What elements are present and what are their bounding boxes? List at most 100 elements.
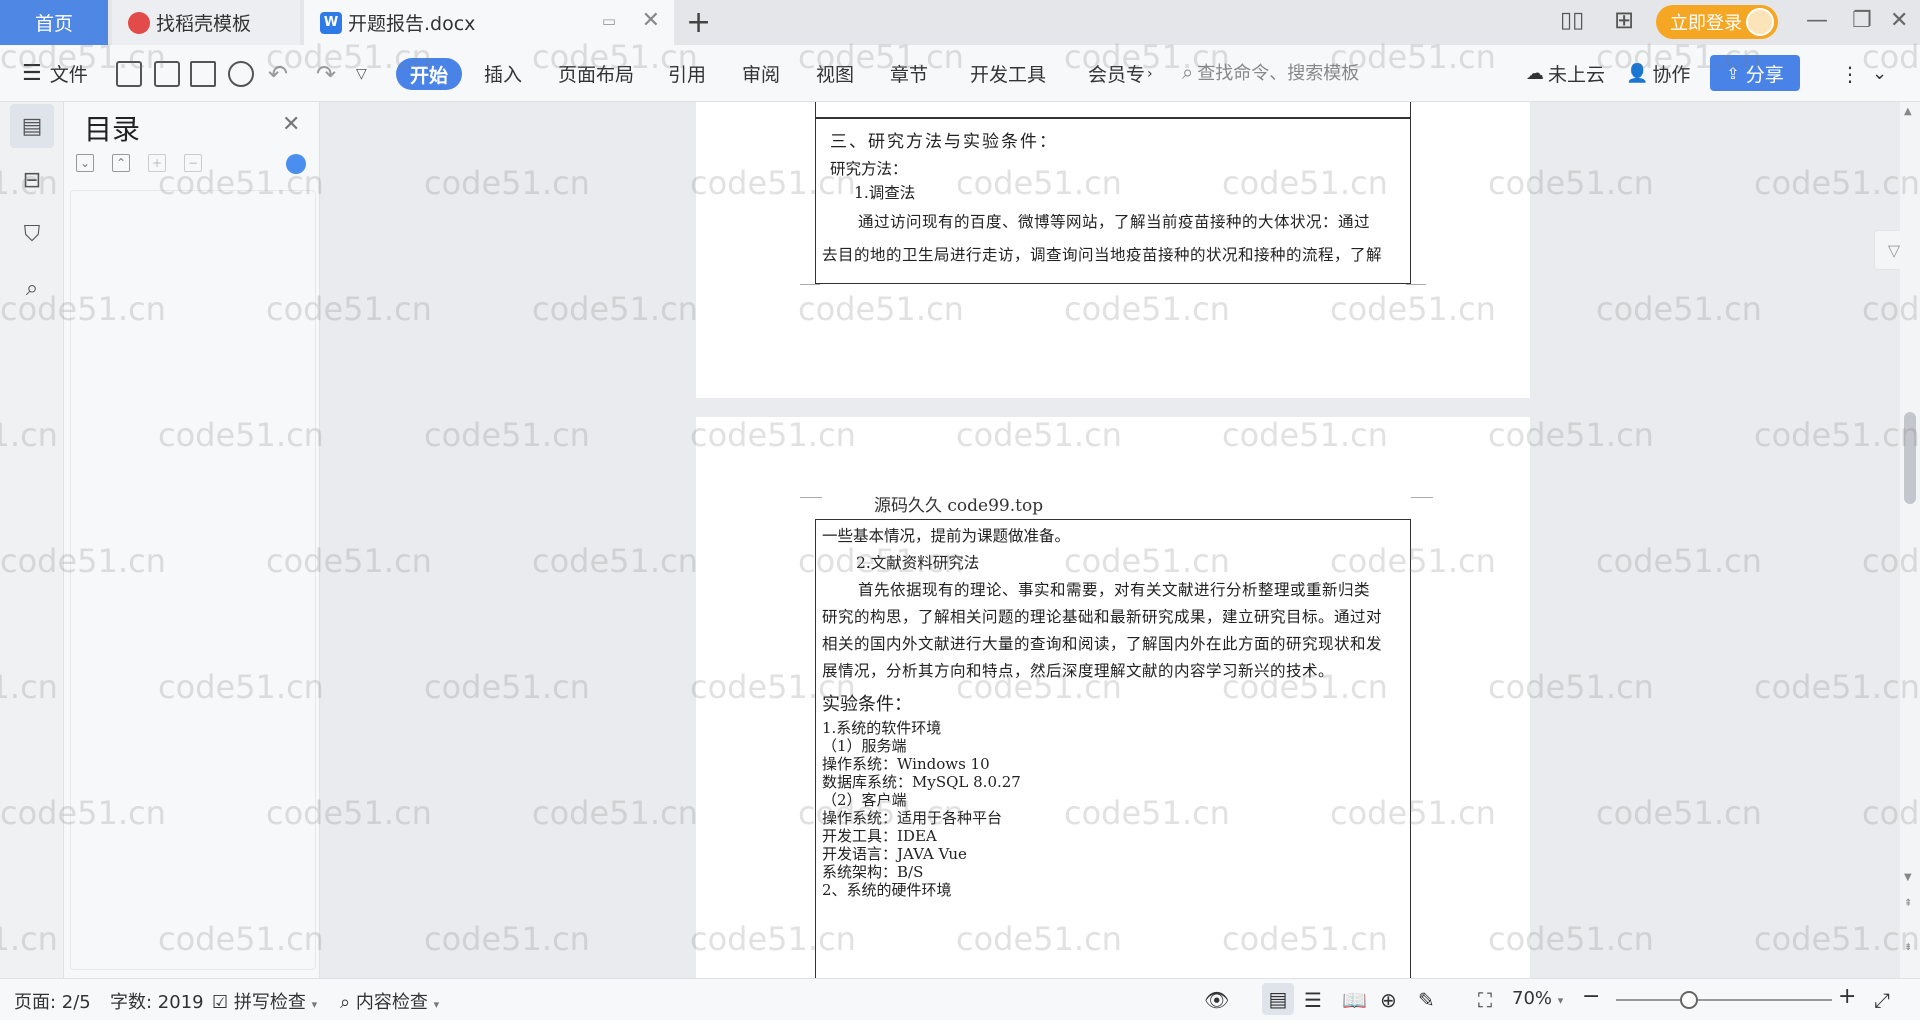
minimize-icon[interactable]: — — [1806, 8, 1828, 33]
share-button[interactable]: ⇪ 分享 — [1710, 55, 1800, 91]
scrollbar-thumb[interactable] — [1904, 412, 1916, 504]
toc-panel-icon[interactable]: ▤ — [10, 104, 54, 148]
page-up-icon[interactable]: ⇞ — [1904, 898, 1912, 909]
quick-access-dropdown-icon[interactable]: ▽ — [356, 45, 367, 102]
document-area[interactable]: 三、研究方法与实验条件： 研究方法： 1.调查法 通过访问现有的百度、微博等网站… — [320, 102, 1900, 978]
page-indicator[interactable]: 页面: 2/5 — [14, 988, 91, 1014]
reading-view-icon[interactable]: 📖 — [1342, 988, 1367, 1012]
spell-check-button[interactable]: ☑ 拼写检查 ▾ — [212, 988, 317, 1014]
print-preview-icon[interactable] — [228, 61, 254, 87]
layout-toggle-icon[interactable]: ▯▯ — [1560, 8, 1584, 33]
zoom-in-icon[interactable]: + — [1838, 984, 1856, 1009]
margin-mark — [800, 497, 822, 498]
web-view-icon[interactable]: ⊕ — [1380, 988, 1397, 1012]
avatar — [1746, 8, 1774, 36]
paragraph: 研究的构思，了解相关问题的理论基础和最新研究成果，建立研究目标。通过对 — [822, 608, 1383, 626]
bookmark-icon[interactable]: ⛉ — [10, 212, 54, 256]
zoom-level-label: 70% — [1512, 988, 1553, 1009]
search-panel-icon[interactable]: ⌕ — [10, 266, 54, 310]
tab-document[interactable]: W 开题报告.docx ▭ ✕ — [304, 0, 674, 45]
collaborate-button[interactable]: 👤 协作 — [1626, 45, 1690, 102]
login-button[interactable]: 立即登录 — [1656, 5, 1778, 39]
paragraph: 研究方法： — [830, 160, 908, 178]
collapse-ribbon-icon[interactable]: ⌄ — [1872, 45, 1887, 102]
vertical-scrollbar[interactable]: ▲ ▼ ⇞ ⇟ — [1900, 102, 1920, 978]
scroll-up-icon[interactable]: ▲ — [1904, 106, 1912, 117]
chevron-right-icon: › — [1147, 65, 1153, 82]
tab-bar: 首页 找稻壳模板 W 开题报告.docx ▭ ✕ + ▯▯ ⊞ 立即登录 — ❐… — [0, 0, 1920, 45]
tab-insert[interactable]: 插入 — [484, 45, 522, 102]
daoke-logo-icon — [128, 11, 150, 34]
fit-page-icon[interactable]: ⛶ — [1478, 988, 1492, 1012]
tab-review[interactable]: 审阅 — [742, 45, 780, 102]
tab-chapter-label: 章节 — [890, 64, 929, 86]
user-plus-icon: 👤 — [1626, 63, 1649, 84]
navigation-icon[interactable]: ⊟ — [10, 158, 54, 202]
tab-document-label: 开题报告.docx — [348, 13, 476, 35]
cloud-status-label: 未上云 — [1548, 64, 1606, 86]
apps-grid-icon[interactable]: ⊞ — [1614, 6, 1634, 34]
margin-mark — [800, 284, 820, 304]
toc-panel: 目录 ✕ ⌄ ⌃ + − — [64, 102, 320, 978]
command-search[interactable]: ⌕ 查找命令、搜索模板 — [1182, 59, 1359, 85]
tab-view[interactable]: 视图 — [816, 45, 854, 102]
tab-template[interactable]: 找稻壳模板 — [112, 0, 300, 45]
expand-all-icon[interactable]: ⌄ — [76, 154, 94, 172]
outline-view-icon[interactable]: ☰ — [1304, 988, 1322, 1012]
content-check-button[interactable]: ⌕ 内容检查 ▾ — [340, 988, 439, 1014]
fullscreen-icon[interactable]: ⤢ — [1874, 988, 1890, 1012]
tab-review-label: 审阅 — [742, 64, 781, 86]
zoom-slider-handle[interactable] — [1680, 991, 1698, 1009]
zoom-slider[interactable] — [1616, 991, 1832, 1009]
print-icon[interactable] — [190, 61, 216, 87]
save-icon[interactable] — [116, 61, 142, 87]
close-icon[interactable]: ✕ — [282, 112, 300, 137]
tab-dev-tools[interactable]: 开发工具 — [970, 45, 1046, 102]
more-icon[interactable]: ⋮ — [1840, 45, 1860, 102]
dropdown-icon: ▾ — [311, 998, 318, 1011]
tab-reference[interactable]: 引用 — [668, 45, 706, 102]
redo-icon[interactable]: ↷ — [316, 45, 336, 102]
search-icon: ⌕ — [1182, 60, 1194, 84]
new-tab-button[interactable]: + — [686, 5, 711, 40]
wps-writer-icon: W — [320, 11, 342, 34]
tab-reference-label: 引用 — [668, 64, 707, 86]
section-heading: 实验条件： — [822, 694, 912, 715]
tab-home-label: 首页 — [34, 13, 73, 35]
restore-icon[interactable]: ❐ — [1852, 8, 1872, 33]
file-menu-label: 文件 — [49, 64, 88, 86]
tab-start[interactable]: 开始 — [396, 58, 462, 90]
page-down-icon[interactable]: ⇟ — [1904, 942, 1912, 953]
word-count[interactable]: 字数: 2019 — [110, 988, 204, 1014]
zoom-out-icon[interactable]: − — [1582, 984, 1600, 1009]
tab-home[interactable]: 首页 — [0, 0, 108, 45]
export-icon[interactable] — [154, 61, 180, 87]
tab-layout[interactable]: 页面布局 — [558, 45, 634, 102]
zoom-level[interactable]: 70% ▾ — [1512, 988, 1563, 1009]
tab-member-label: 会员专 — [1088, 64, 1146, 86]
toc-title: 目录 — [84, 113, 141, 146]
remove-heading-icon[interactable]: − — [184, 154, 202, 172]
eye-protection-icon[interactable]: 👁 — [1204, 988, 1229, 1012]
collapse-toolbar-icon[interactable]: ▽ — [1874, 230, 1900, 270]
write-mode-icon[interactable]: ✎ — [1418, 988, 1435, 1012]
close-tab-icon[interactable]: ✕ — [642, 8, 660, 33]
tab-member[interactable]: 会员专 › — [1088, 45, 1153, 102]
close-window-icon[interactable]: ✕ — [1890, 8, 1908, 33]
ai-assistant-icon[interactable] — [286, 154, 306, 174]
file-menu[interactable]: ☰ 文件 — [22, 45, 88, 102]
scroll-down-icon[interactable]: ▼ — [1904, 872, 1912, 883]
paragraph: 展情况，分析其方向和特点，然后深度理解文献的内容学习新兴的技术。 — [822, 662, 1335, 680]
cloud-status[interactable]: ☁ 未上云 — [1526, 45, 1605, 102]
tab-dev-tools-label: 开发工具 — [970, 64, 1047, 86]
table-cell — [815, 102, 1411, 118]
paragraph: 相关的国内外文献进行大量的查询和阅读，了解国内外在此方面的研究现状和发 — [822, 635, 1383, 653]
paragraph: 通过访问现有的百度、微博等网站，了解当前疫苗接种的大体状况：通过 — [858, 213, 1371, 231]
collapse-all-icon[interactable]: ⌃ — [112, 154, 130, 172]
undo-icon[interactable]: ↶ — [268, 45, 288, 102]
add-heading-icon[interactable]: + — [148, 154, 166, 172]
table-cell: 一些基本情况，提前为课题做准备。 2.文献资料研究法 首先依据现有的理论、事实和… — [815, 519, 1411, 978]
page-view-icon[interactable]: ▤ — [1262, 983, 1294, 1015]
tab-chapter[interactable]: 章节 — [890, 45, 928, 102]
monitor-icon[interactable]: ▭ — [602, 12, 616, 30]
